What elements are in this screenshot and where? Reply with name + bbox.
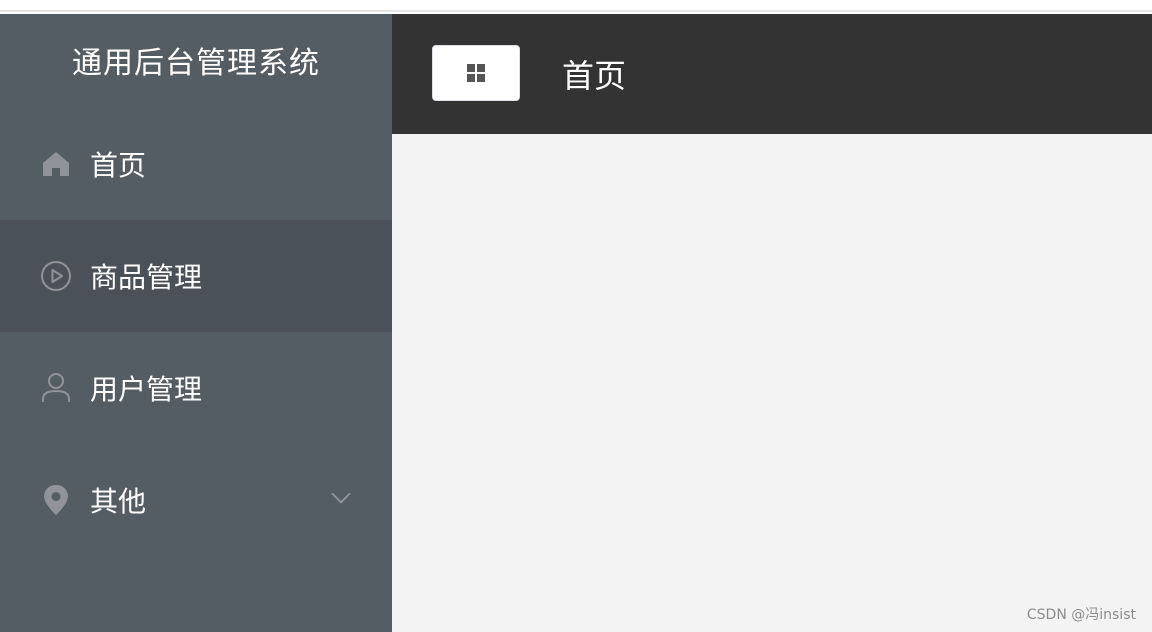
sidebar-item-other[interactable]: 其他 bbox=[0, 444, 392, 556]
sidebar-item-label: 商品管理 bbox=[90, 261, 203, 294]
watermark: CSDN @冯insist bbox=[1026, 607, 1136, 623]
main-content: CSDN @冯insist bbox=[392, 134, 1152, 632]
location-icon bbox=[40, 484, 72, 516]
sidebar-item-label: 其他 bbox=[90, 485, 147, 518]
header: 首页 bbox=[392, 14, 1152, 134]
sidebar: 通用后台管理系统 首页 商品管理 用户管理 其他 bbox=[0, 14, 392, 632]
chevron-down-icon[interactable] bbox=[330, 491, 352, 505]
sidebar-item-label: 用户管理 bbox=[90, 373, 203, 406]
sidebar-item-products[interactable]: 商品管理 bbox=[0, 220, 392, 332]
page-title: 首页 bbox=[562, 57, 627, 95]
collapse-menu-button[interactable] bbox=[432, 45, 520, 101]
sidebar-item-users[interactable]: 用户管理 bbox=[0, 332, 392, 444]
home-icon bbox=[40, 148, 72, 180]
video-play-icon bbox=[40, 260, 72, 292]
sidebar-item-home[interactable]: 首页 bbox=[0, 108, 392, 220]
top-strip bbox=[0, 0, 1152, 12]
user-icon bbox=[40, 372, 72, 404]
menu-grid-icon bbox=[467, 64, 485, 82]
app-title: 通用后台管理系统 bbox=[72, 46, 320, 81]
sidebar-item-label: 首页 bbox=[90, 149, 147, 182]
